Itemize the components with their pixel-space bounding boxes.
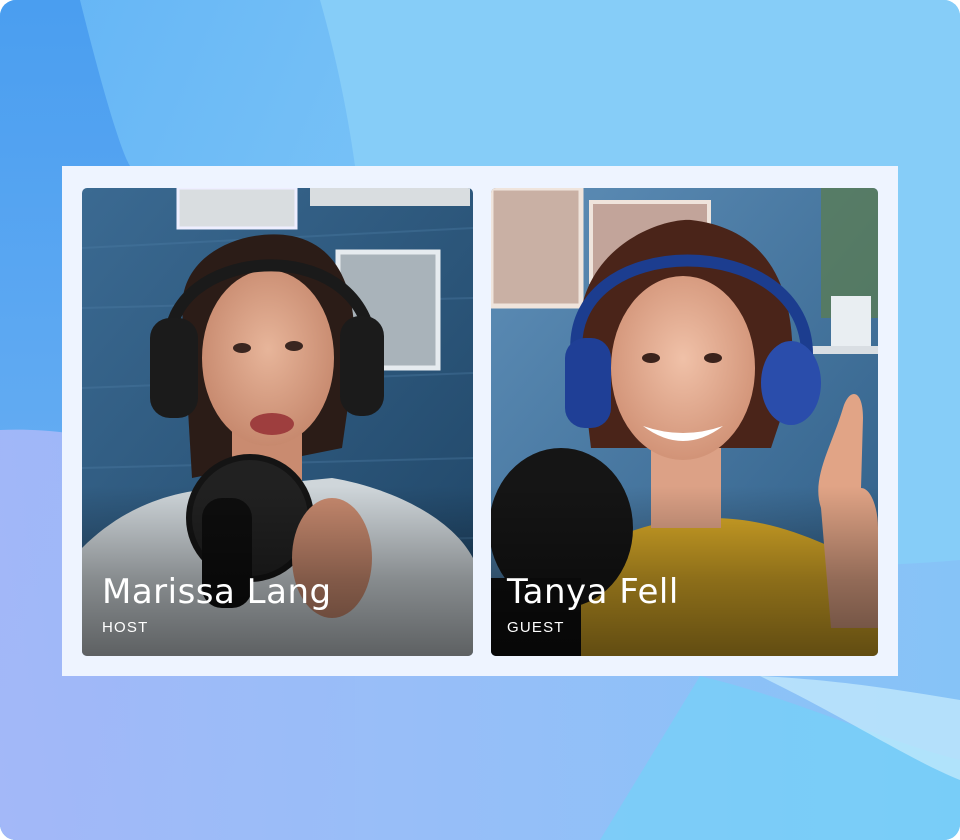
video-call-stage: Marissa Lang HOST Tanya Fell GUEST bbox=[0, 0, 960, 840]
participant-name: Marissa Lang bbox=[102, 572, 332, 612]
participant-name: Tanya Fell bbox=[507, 572, 679, 612]
participant-tile-host[interactable]: Marissa Lang HOST bbox=[82, 188, 473, 656]
participant-tile-guest[interactable]: Tanya Fell GUEST bbox=[491, 188, 878, 656]
participant-role: HOST bbox=[102, 619, 149, 636]
participant-role: GUEST bbox=[507, 619, 565, 636]
participants-panel: Marissa Lang HOST Tanya Fell GUEST bbox=[62, 166, 898, 676]
